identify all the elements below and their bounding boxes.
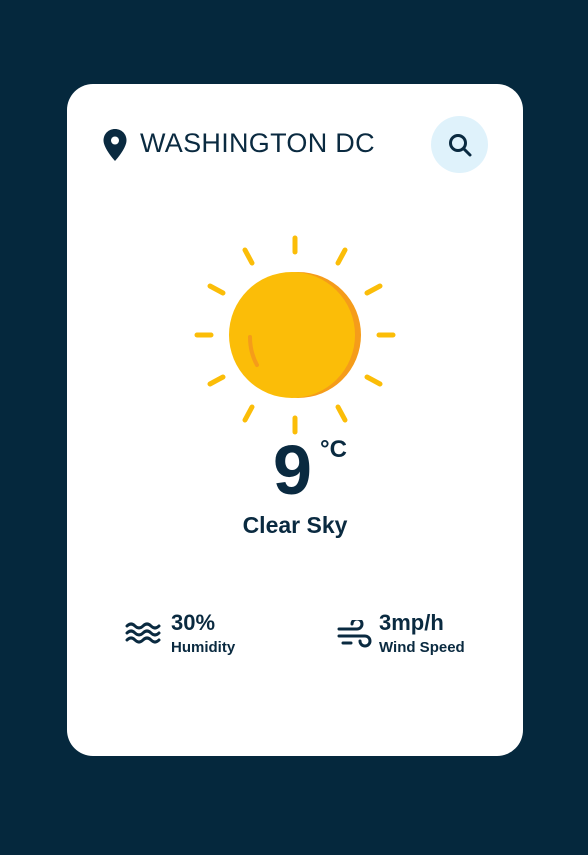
- temperature-value: 9: [273, 431, 312, 509]
- wind-icon: [337, 620, 372, 648]
- weather-condition: Clear Sky: [242, 512, 348, 538]
- weather-card: WASHINGTON DC 9 °C Clear Sky 30% Humidit…: [67, 84, 523, 756]
- city-name: WASHINGTON DC: [140, 128, 375, 158]
- search-button[interactable]: [431, 116, 488, 173]
- wind-label: Wind Speed: [379, 639, 465, 656]
- humidity-value: 30%: [171, 610, 216, 635]
- humidity-label: Humidity: [171, 639, 236, 656]
- waves-icon: [125, 622, 161, 644]
- map-pin-icon: [103, 129, 127, 161]
- search-icon: [448, 133, 471, 156]
- temperature: 9 °C: [67, 430, 523, 510]
- header: WASHINGTON DC: [102, 116, 488, 174]
- sun-icon: [194, 235, 396, 435]
- temperature-unit: °C: [320, 436, 347, 463]
- wind-value: 3mp/h: [379, 610, 444, 635]
